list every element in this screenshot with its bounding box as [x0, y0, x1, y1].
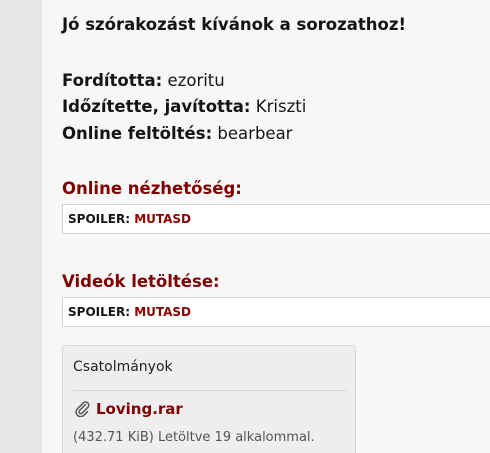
credit-translator: Fordította: ezoritu: [62, 71, 225, 91]
credit-label: Időzítette, javította:: [62, 97, 251, 116]
spoiler-label: SPOILER:: [68, 212, 130, 226]
attachments-title: Csatolmányok: [73, 359, 173, 375]
credit-uploader: Online feltöltés: bearbear: [62, 124, 292, 144]
spoiler-label: SPOILER:: [68, 305, 130, 319]
credit-value: bearbear: [217, 124, 293, 143]
credit-value: Kriszti: [255, 97, 307, 116]
paperclip-icon: [73, 399, 91, 418]
attachments-divider: [73, 390, 347, 391]
section-title-download: Videók letöltése:: [62, 272, 220, 291]
attachment-file-link[interactable]: Loving.rar: [96, 400, 183, 418]
spoiler-show-button[interactable]: MUTASD: [134, 212, 191, 226]
post-content: Jó szórakozást kívánok a sorozathoz! For…: [42, 0, 490, 453]
spoiler-show-button[interactable]: MUTASD: [134, 305, 191, 319]
spoiler-online: SPOILER: MUTASD: [62, 204, 490, 234]
attachment-file-meta: (432.71 KiB) Letöltve 19 alkalommal.: [73, 430, 315, 445]
credit-label: Fordította:: [62, 71, 163, 90]
spoiler-download: SPOILER: MUTASD: [62, 297, 490, 327]
credit-value: ezoritu: [167, 71, 225, 90]
section-title-online: Online nézhetőség:: [62, 179, 242, 198]
attachments-box: Csatolmányok Loving.rar (432.71 KiB) Let…: [62, 345, 356, 453]
credit-label: Online feltöltés:: [62, 124, 213, 143]
left-margin: [0, 0, 42, 453]
credit-timer: Időzítette, javította: Kriszti: [62, 97, 306, 117]
greeting-text: Jó szórakozást kívánok a sorozathoz!: [62, 15, 406, 34]
